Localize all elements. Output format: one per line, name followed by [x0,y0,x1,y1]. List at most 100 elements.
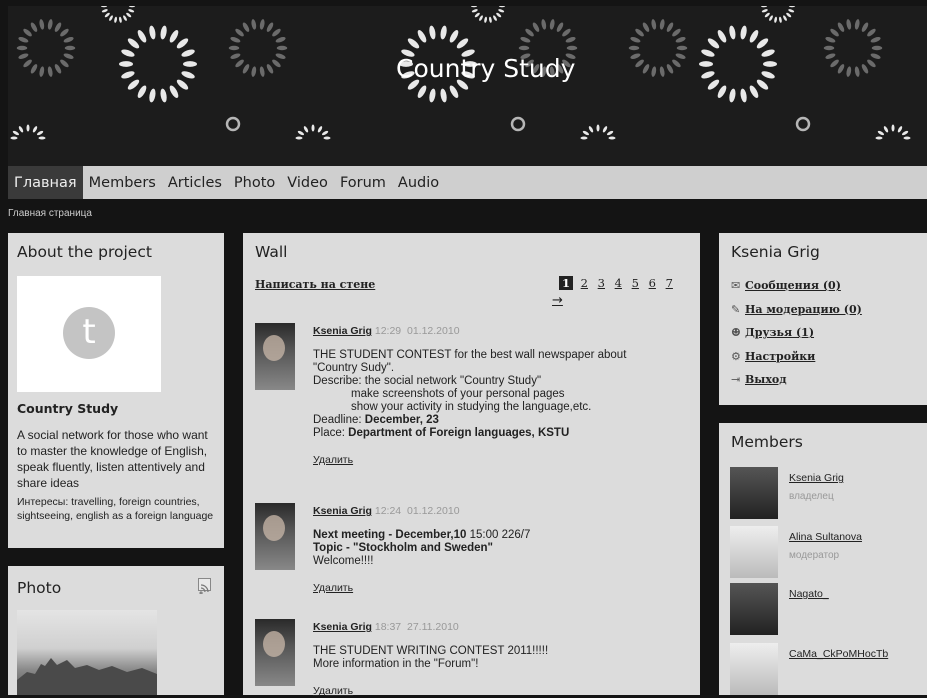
breadcrumb[interactable]: Главная страница [8,208,92,219]
member-avatar[interactable] [730,643,778,695]
member-item: Ksenia Grig владелец [730,467,920,519]
page-link-5[interactable]: 5 [632,276,639,290]
post-text-bold: Department of Foreign languages, KSTU [348,427,570,439]
user-menu-item[interactable]: ⇥ Выход [731,373,862,397]
post-text: Welcome!!!! [313,555,374,567]
nav-item-audio[interactable]: Audio [392,166,445,199]
nav-item-articles[interactable]: Articles [162,166,228,199]
nav-item-home[interactable]: Главная [8,166,83,199]
post-text: make screenshots of your personal pages [351,388,565,400]
members-panel: Members Ksenia Grig владелец Alina Sultano… [719,423,927,695]
user-menu-item[interactable]: ⚙ Настройки [731,350,862,374]
nav-item-forum[interactable]: Forum [334,166,392,199]
post-body: Next meeting - December,10 15:00 226/7 To… [313,529,693,595]
post-author-avatar[interactable] [255,323,295,390]
post-line: THE STUDENT CONTEST for the best wall ne… [313,349,693,362]
user-menu-link[interactable]: На модерацию (0) [745,303,862,316]
post-text-bold: Next meeting - December,10 [313,529,467,541]
delete-post-link[interactable]: Удалить [313,582,353,594]
page-link-2[interactable]: 2 [581,276,588,290]
nav-item-video[interactable]: Video [281,166,334,199]
user-menu-item[interactable]: ✎ На модерацию (0) [731,303,862,327]
post-line: More information in the "Forum"! [313,658,693,671]
post-body: THE STUDENT CONTEST for the best wall ne… [313,349,693,467]
post-date: 01.12.2010 [406,325,460,337]
main-nav: Главная Members Articles Photo Video For… [8,166,927,199]
post-text: THE STUDENT CONTEST for the best wall ne… [313,349,627,361]
user-menu-link[interactable]: Выход [745,373,787,386]
member-name-link[interactable]: Ksenia Grig [789,472,844,484]
post-text: THE STUDENT WRITING CONTEST 2011!!!!! [313,645,549,657]
friends-icon: ☻ [731,326,741,339]
user-menu-link[interactable]: Сообщения (0) [745,279,841,292]
wall-panel: Wall Написать на стене 1 2 3 4 5 6 7 → K… [243,233,700,698]
member-avatar[interactable] [730,526,778,578]
page-link-4[interactable]: 4 [615,276,622,290]
page-1-current[interactable]: 1 [559,276,574,290]
banner-pattern [10,6,911,140]
project-name: Country Study [17,401,119,416]
member-role: модератор [789,550,840,561]
post-line: Next meeting - December,10 15:00 226/7 [313,529,693,542]
user-menu-item[interactable]: ✉ Сообщения (0) [731,279,862,303]
next-page-arrow[interactable]: → [552,293,563,308]
post-author-link[interactable]: Ksenia Grig [313,505,372,517]
about-panel: About the project t Country Study A soci… [8,233,224,548]
header-banner: Country Study [8,6,927,166]
post-author-avatar[interactable] [255,503,295,570]
site-title[interactable]: Country Study [396,54,575,83]
member-avatar[interactable] [730,467,778,519]
pagination: 1 2 3 4 5 6 7 [559,276,673,290]
user-menu-item[interactable]: ☻ Друзья (1) [731,326,862,350]
post-line: Topic - "Stockholm and Sweden" [313,542,693,555]
post-text: Place: [313,427,349,439]
member-name-link[interactable]: Nagato_ [789,588,829,600]
write-on-wall-link[interactable]: Написать на стене [255,278,375,291]
post-line: Deadline: December, 23 [313,414,693,427]
post-text: Describe: the social network "Country St… [313,375,542,387]
post-author-avatar[interactable] [255,619,295,686]
post-line: Welcome!!!! [313,555,693,568]
post-line: Place: Department of Foreign languages, … [313,427,693,440]
user-panel: Ksenia Grig ✉ Сообщения (0) ✎ На модерацию … [719,233,927,405]
page-link-7[interactable]: 7 [666,276,673,290]
post-text-bold: December, 23 [364,414,439,426]
member-name-link[interactable]: Alina Sultanova [789,531,862,543]
post-author-link[interactable]: Ksenia Grig [313,325,372,337]
user-menu-link[interactable]: Настройки [745,350,815,363]
logo-letter: t [82,312,96,352]
member-name-link[interactable]: CaMa_CkPoMHocTb [789,648,888,660]
member-role: владелец [789,491,834,502]
wall-title: Wall [255,243,288,261]
delete-post-link[interactable]: Удалить [313,685,353,697]
pencil-doc-icon: ✎ [731,302,741,316]
delete-post-link[interactable]: Удалить [313,454,353,466]
member-avatar[interactable] [730,583,778,635]
project-logo[interactable]: t [17,276,161,392]
project-interests: Интересы: travelling, foreign countries,… [17,496,214,522]
post-line: show your activity in studying the langu… [313,401,693,414]
user-menu-link[interactable]: Друзья (1) [745,326,814,339]
page-link-3[interactable]: 3 [598,276,605,290]
post-text: show your activity in studying the langu… [351,401,592,413]
nav-item-members[interactable]: Members [83,166,162,199]
nav-item-photo[interactable]: Photo [228,166,281,199]
member-item: CaMa_CkPoMHocTb [730,643,920,695]
logo-circle: t [63,307,115,359]
post-text-bold: Topic - "Stockholm and Sweden" [313,542,494,554]
user-name: Ksenia Grig [731,243,820,261]
members-title: Members [731,433,803,451]
photo-thumbnail[interactable] [17,610,157,695]
post-text: "Country Sudy". [313,362,395,374]
page-link-6[interactable]: 6 [649,276,656,290]
rss-icon[interactable] [198,578,211,595]
post-line: THE STUDENT WRITING CONTEST 2011!!!!! [313,645,693,658]
post-line: "Country Sudy". [313,362,693,375]
user-menu: ✉ Сообщения (0) ✎ На модерацию (0) ☻ Друзья (… [731,279,862,397]
post-line: make screenshots of your personal pages [313,388,693,401]
post-body: THE STUDENT WRITING CONTEST 2011!!!!! Mor… [313,645,693,698]
post-text: More information in the "Forum"! [313,658,479,670]
breadcrumb-bar: Главная страница [8,199,927,233]
post-author-link[interactable]: Ksenia Grig [313,621,372,633]
post-text-after: 15:00 226/7 [466,529,531,541]
